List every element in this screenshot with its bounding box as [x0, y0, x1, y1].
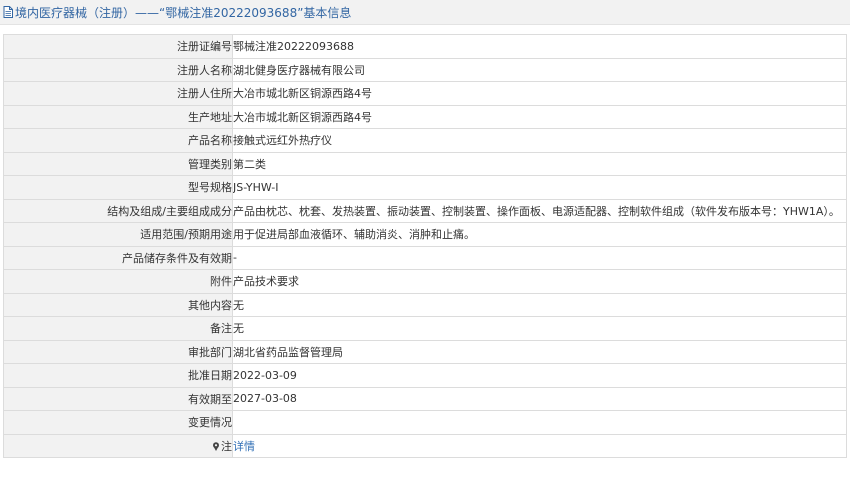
page-title-bar: 境内医疗器械（注册）——“鄂械注准20222093688”基本信息 — [0, 0, 850, 25]
row-label: 结构及组成/主要组成成分 — [3, 198, 233, 223]
row-value: 第二类 — [232, 151, 847, 176]
table-row: 生产地址 大冶市城北新区铜源西路4号 — [3, 104, 847, 129]
row-label: 产品名称 — [3, 128, 233, 153]
table-row: 结构及组成/主要组成成分 产品由枕芯、枕套、发热装置、振动装置、控制装置、操作面… — [3, 198, 847, 223]
row-value: 接触式远红外热疗仪 — [232, 128, 847, 153]
row-value: JS-YHW-I — [232, 175, 847, 200]
row-value: 用于促进局部血液循环、辅助消炎、消肿和止痛。 — [232, 222, 847, 247]
table-row: 型号规格 JS-YHW-I — [3, 175, 847, 200]
row-value: 无 — [232, 316, 847, 341]
row-label: 注册人名称 — [3, 57, 233, 82]
row-value — [232, 410, 847, 435]
note-label: 注 — [221, 439, 232, 453]
row-label: 审批部门 — [3, 339, 233, 364]
row-value: 大冶市城北新区铜源西路4号 — [232, 104, 847, 129]
row-label: 批准日期 — [3, 363, 233, 388]
row-label: 有效期至 — [3, 386, 233, 411]
row-label: 注册证编号 — [3, 34, 233, 59]
table-row: 管理类别 第二类 — [3, 151, 847, 176]
row-value: 湖北健身医疗器械有限公司 — [232, 57, 847, 82]
row-value: 大冶市城北新区铜源西路4号 — [232, 81, 847, 106]
table-row: 其他内容 无 — [3, 292, 847, 317]
table-row: 产品储存条件及有效期 - — [3, 245, 847, 270]
row-label: 变更情况 — [3, 410, 233, 435]
table-row: 产品名称 接触式远红外热疗仪 — [3, 128, 847, 153]
table-row: 备注 无 — [3, 316, 847, 341]
table-row: 附件 产品技术要求 — [3, 269, 847, 294]
table-row: 有效期至 2027-03-08 — [3, 386, 847, 411]
note-label-cell: 注 — [3, 433, 233, 458]
row-label: 产品储存条件及有效期 — [3, 245, 233, 270]
row-value: 2027-03-08 — [232, 386, 847, 411]
table-row: 审批部门 湖北省药品监督管理局 — [3, 339, 847, 364]
row-value: 产品技术要求 — [232, 269, 847, 294]
info-table: 注册证编号 鄂械注准20222093688 注册人名称 湖北健身医疗器械有限公司… — [3, 34, 847, 458]
table-row: 注册证编号 鄂械注准20222093688 — [3, 34, 847, 59]
row-value: 产品由枕芯、枕套、发热装置、振动装置、控制装置、操作面板、电源适配器、控制软件组… — [232, 198, 847, 223]
details-link[interactable]: 详情 — [234, 440, 256, 453]
row-label: 型号规格 — [3, 175, 233, 200]
table-row: 变更情况 — [3, 410, 847, 435]
row-label: 生产地址 — [3, 104, 233, 129]
row-label: 备注 — [3, 316, 233, 341]
row-label: 注册人住所 — [3, 81, 233, 106]
pin-icon — [212, 441, 220, 451]
note-value-cell: 详情 — [232, 433, 847, 458]
note-row: 注 详情 — [3, 433, 847, 458]
table-row: 适用范围/预期用途 用于促进局部血液循环、辅助消炎、消肿和止痛。 — [3, 222, 847, 247]
table-row: 注册人住所 大冶市城北新区铜源西路4号 — [3, 81, 847, 106]
row-value: 无 — [232, 292, 847, 317]
row-label: 适用范围/预期用途 — [3, 222, 233, 247]
row-label: 其他内容 — [3, 292, 233, 317]
row-label: 附件 — [3, 269, 233, 294]
row-value: 2022-03-09 — [232, 363, 847, 388]
table-row: 注册人名称 湖北健身医疗器械有限公司 — [3, 57, 847, 82]
page-title: 境内医疗器械（注册）——“鄂械注准20222093688”基本信息 — [15, 5, 352, 20]
row-value: 鄂械注准20222093688 — [232, 34, 847, 59]
table-row: 批准日期 2022-03-09 — [3, 363, 847, 388]
row-label: 管理类别 — [3, 151, 233, 176]
row-value: 湖北省药品监督管理局 — [232, 339, 847, 364]
document-icon — [3, 6, 13, 18]
row-value: - — [232, 245, 847, 270]
